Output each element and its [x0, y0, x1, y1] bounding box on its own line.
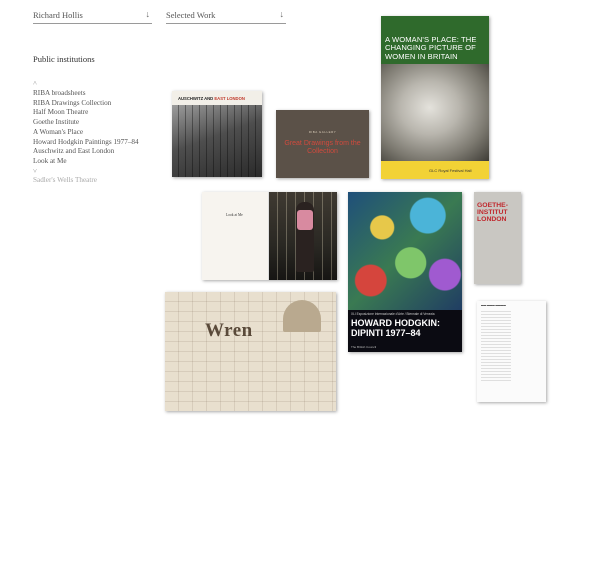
- category-title: Public institutions: [33, 54, 95, 64]
- thumb-footer: GLC Royal Festival Hall: [381, 161, 489, 179]
- chevron-down-icon: ↓: [279, 9, 285, 19]
- section-select[interactable]: Selected Work ↓: [166, 9, 286, 24]
- thumb-painting: [348, 192, 462, 310]
- project-item-next[interactable]: Sadler's Wells Theatre: [33, 176, 139, 186]
- thumb-title: Great Drawings from the Collection: [284, 140, 361, 155]
- thumb-lines: [481, 311, 511, 381]
- thumb-title: A WOMAN'S PLACE: THE CHANGING PICTURE OF…: [385, 35, 477, 61]
- author-select[interactable]: Richard Hollis ↓: [33, 9, 152, 24]
- project-item[interactable]: Howard Hodgkin Paintings 1977–84: [33, 138, 139, 148]
- project-item[interactable]: Goethe Institute: [33, 118, 139, 128]
- thumb-subtitle: RIBA GALLERY: [308, 130, 337, 134]
- author-select-label: Richard Hollis: [33, 10, 83, 20]
- thumb-figure: [296, 202, 314, 272]
- project-item[interactable]: A Woman's Place: [33, 128, 139, 138]
- project-item[interactable]: Auschwitz and East London: [33, 147, 139, 157]
- thumb-dome: [283, 300, 321, 332]
- thumb-subtitle: XLI Esposizione Internazionale d'Arte / …: [351, 312, 435, 316]
- scroll-up-icon[interactable]: ˄: [33, 79, 37, 88]
- thumb-title: Wren: [205, 320, 253, 341]
- thumb-title: AUSCHWITZ AND EAST LONDON: [178, 96, 245, 101]
- thumb-photo: [381, 64, 489, 161]
- project-item[interactable]: Half Moon Theatre: [33, 108, 139, 118]
- project-item[interactable]: RIBA broadsheets: [33, 89, 139, 99]
- thumb-riba-broadsheet[interactable]: ▬▬ ▬▬▬ ▬▬▬▬: [477, 301, 546, 402]
- chevron-down-icon: ↓: [145, 9, 151, 19]
- thumb-title: GOETHE- INSTITUT LONDON: [477, 202, 508, 224]
- thumb-auschwitz[interactable]: AUSCHWITZ AND EAST LONDON: [172, 91, 262, 177]
- thumb-great-drawings[interactable]: RIBA GALLERY Great Drawings from the Col…: [276, 110, 369, 178]
- thumb-howard-hodgkin[interactable]: XLI Esposizione Internazionale d'Arte / …: [348, 192, 462, 352]
- thumb-page: Look at Me: [202, 192, 269, 280]
- scroll-down-icon[interactable]: ˅: [33, 167, 37, 176]
- project-item[interactable]: Look at Me: [33, 157, 139, 167]
- thumb-credit: The British Council: [351, 345, 377, 349]
- thumb-title: Look at Me: [226, 213, 243, 217]
- thumb-womans-place[interactable]: A WOMAN'S PLACE: THE CHANGING PICTURE OF…: [381, 16, 489, 179]
- thumb-photo: [172, 105, 262, 177]
- thumb-goethe-institut[interactable]: GOETHE- INSTITUT LONDON: [474, 192, 521, 284]
- thumb-header: ▬▬ ▬▬▬ ▬▬▬▬: [481, 304, 506, 307]
- section-select-label: Selected Work: [166, 10, 216, 20]
- thumb-look-at-me[interactable]: Look at Me: [202, 192, 337, 280]
- project-item[interactable]: RIBA Drawings Collection: [33, 99, 139, 109]
- thumb-venue: GLC Royal Festival Hall: [429, 168, 472, 173]
- thumb-title: HOWARD HODGKIN: DIPINTI 1977–84: [351, 318, 440, 338]
- project-list: RIBA broadsheets RIBA Drawings Collectio…: [33, 89, 139, 185]
- thumb-wren[interactable]: Wren: [165, 292, 336, 411]
